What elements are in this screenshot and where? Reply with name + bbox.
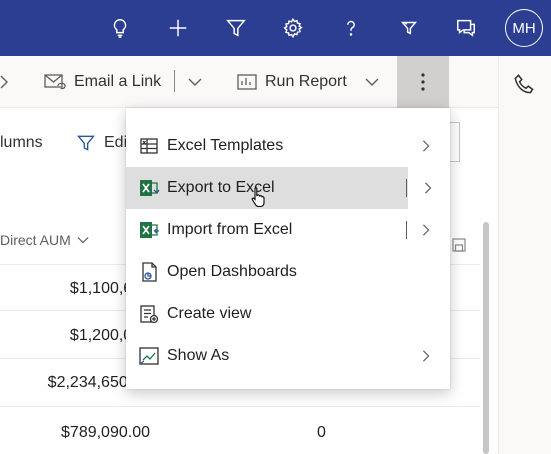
excel-templates-icon	[140, 138, 158, 154]
more-commands-button[interactable]	[397, 56, 449, 108]
split-divider	[406, 221, 407, 239]
top-navigation-bar: MH	[0, 0, 551, 56]
dashboard-icon	[142, 262, 157, 282]
more-commands-menu: Excel Templates Export to Excel Import f…	[126, 108, 450, 389]
create-view-icon	[140, 305, 159, 324]
chevron-right-icon	[423, 140, 430, 152]
menu-item-excel-templates[interactable]: Excel Templates	[126, 125, 450, 167]
scrollbar[interactable]	[483, 222, 489, 454]
edit-filters-button[interactable]: Edi	[76, 128, 127, 158]
menu-item-show-as[interactable]: Show As	[126, 335, 450, 377]
split-divider	[406, 179, 407, 197]
column-header-direct-aum[interactable]: Direct AUM	[0, 228, 89, 252]
funnel-icon[interactable]	[391, 10, 427, 46]
menu-item-label: Show As	[167, 347, 230, 364]
filter-icon[interactable]	[218, 10, 254, 46]
lightbulb-icon[interactable]	[102, 10, 138, 46]
menu-item-import-from-excel[interactable]: Import from Excel	[126, 209, 450, 251]
edit-columns-button[interactable]: lumns	[0, 128, 43, 158]
chevron-right-icon	[425, 182, 432, 194]
menu-item-label: Create view	[167, 305, 252, 322]
table-cell-count: 0	[317, 424, 326, 441]
menu-item-export-to-excel[interactable]: Export to Excel	[126, 167, 408, 209]
email-link-dropdown[interactable]	[188, 56, 210, 108]
menu-item-label: Import from Excel	[167, 221, 293, 238]
chevron-down-icon	[77, 237, 89, 244]
avatar[interactable]: MH	[505, 9, 543, 47]
side-rail	[498, 56, 551, 454]
chevron-down-icon	[365, 78, 379, 86]
email-link-icon	[44, 74, 66, 90]
table-cell-aum: $789,090.00	[61, 424, 150, 441]
filter-icon	[77, 135, 95, 151]
plus-icon[interactable]	[160, 10, 196, 46]
run-report-label: Run Report	[265, 73, 347, 90]
menu-item-label: Open Dashboards	[167, 263, 297, 280]
chat-icon[interactable]	[448, 10, 484, 46]
chart-icon	[139, 347, 159, 365]
excel-export-icon	[140, 180, 160, 196]
gear-icon[interactable]	[275, 10, 311, 46]
menu-item-create-view[interactable]: Create view	[126, 293, 450, 335]
chevron-down-icon	[188, 78, 202, 86]
menu-item-open-dashboards[interactable]: Open Dashboards	[126, 251, 450, 293]
edit-columns-label: lumns	[0, 134, 43, 151]
more-vertical-icon	[421, 73, 425, 91]
email-link-label: Email a Link	[74, 73, 162, 90]
divider	[174, 70, 175, 92]
chevron-right-icon	[423, 224, 430, 236]
hand-cursor-icon	[251, 187, 265, 208]
row-divider	[0, 406, 480, 407]
email-link-button[interactable]: Email a Link	[44, 56, 161, 108]
phone-icon[interactable]	[512, 72, 538, 98]
edit-filters-label: Edi	[104, 134, 128, 151]
save-icon	[452, 238, 466, 252]
report-icon	[237, 74, 257, 90]
run-report-button[interactable]: Run Report	[237, 56, 347, 108]
run-report-dropdown[interactable]	[365, 56, 387, 108]
excel-import-icon	[140, 222, 159, 238]
help-icon[interactable]	[333, 10, 369, 46]
chevron-left-icon[interactable]	[0, 56, 16, 108]
export-to-excel-submenu[interactable]	[408, 167, 450, 209]
chevron-right-icon	[423, 350, 430, 362]
menu-item-label: Excel Templates	[167, 137, 284, 154]
